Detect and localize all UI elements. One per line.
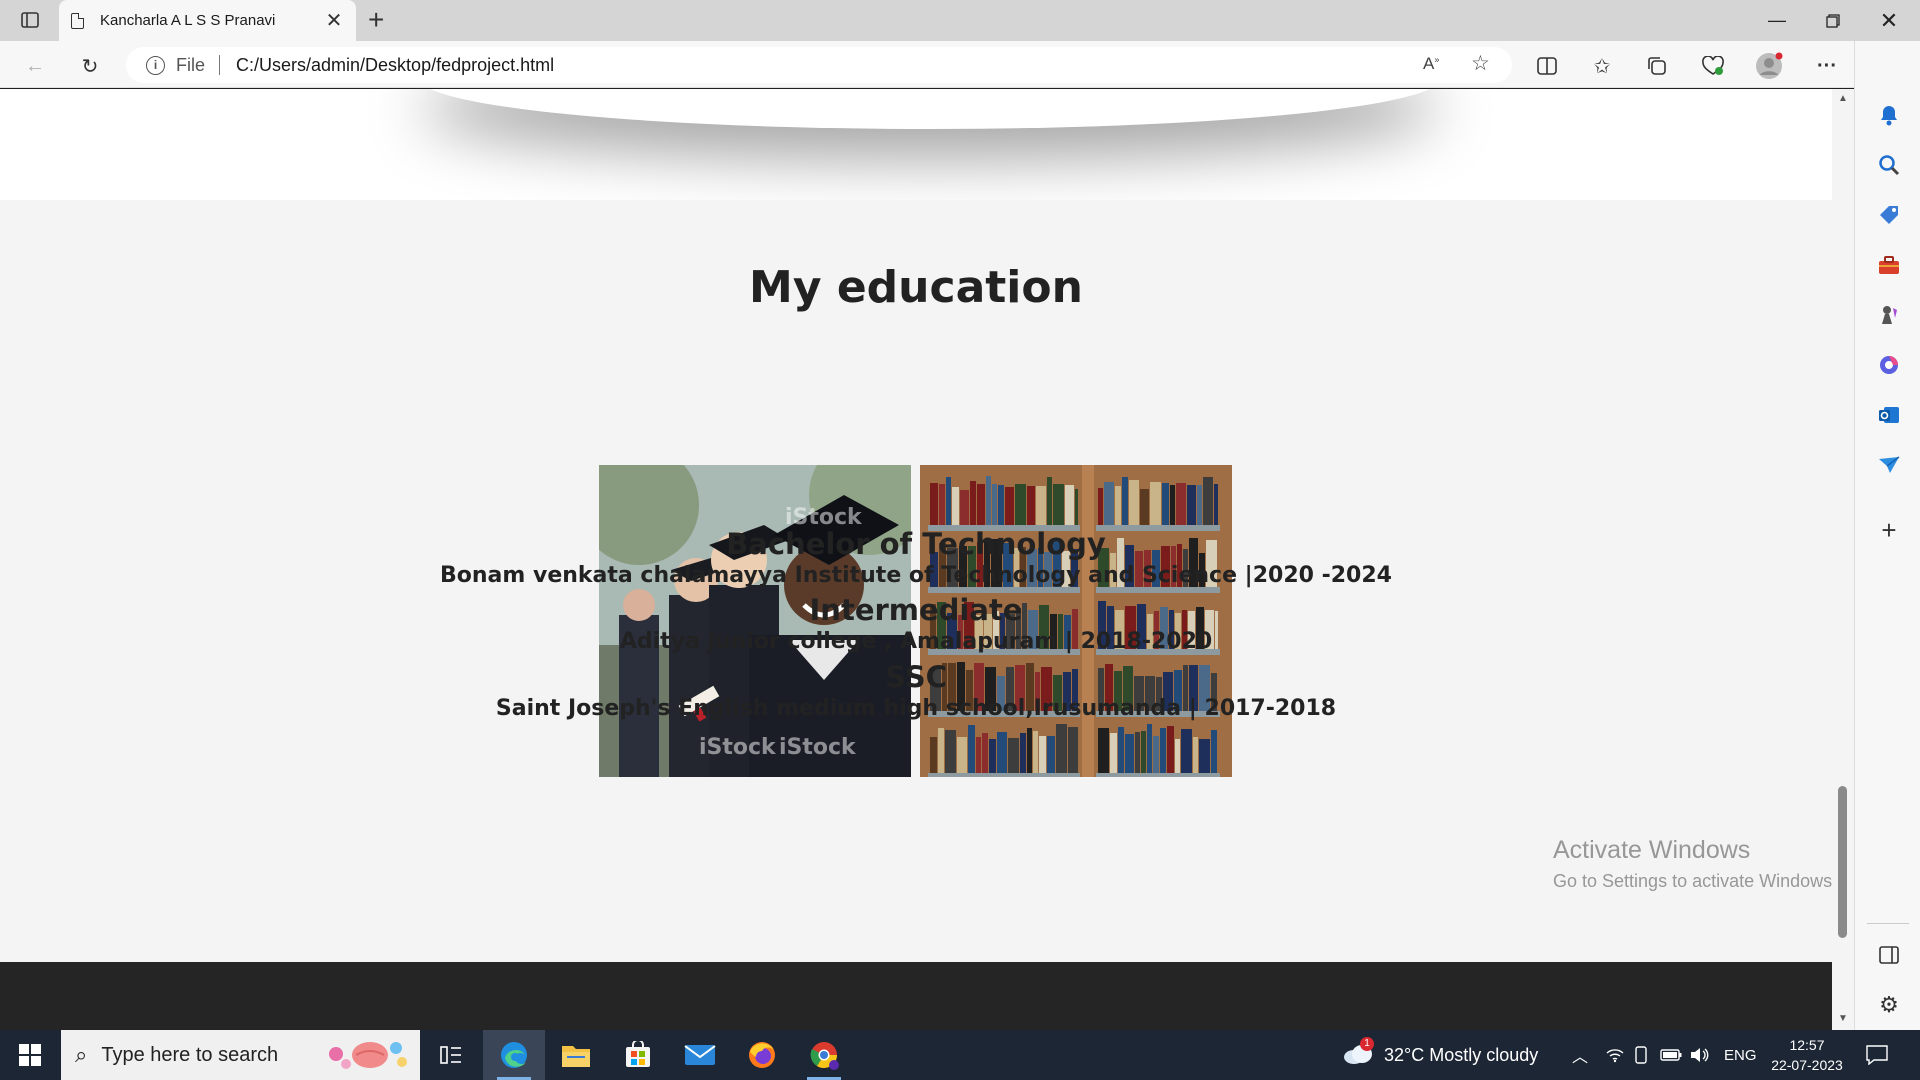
- shopping-tag-icon[interactable]: [1875, 201, 1903, 229]
- taskbar-search[interactable]: ⌕ Type here to search: [61, 1030, 420, 1080]
- new-tab-button[interactable]: +: [368, 6, 384, 34]
- language-indicator[interactable]: ENG: [1724, 1030, 1757, 1080]
- graduation-watermark: iStock: [779, 735, 856, 760]
- address-url[interactable]: C:/Users/admin/Desktop/fedproject.html: [236, 55, 554, 76]
- activate-windows-subtitle: Go to Settings to activate Windows.: [1553, 871, 1838, 891]
- tab-title: Kancharla A L S S Pranavi: [100, 12, 276, 29]
- refresh-icon[interactable]: ↻: [73, 49, 107, 83]
- minimize-button[interactable]: —: [1749, 0, 1805, 41]
- sidebar-divider: [1867, 923, 1909, 924]
- scrollbar-thumb[interactable]: [1838, 786, 1847, 938]
- browser-toolbar: ← ↻ i File C:/Users/admin/Desktop/fedpro…: [0, 41, 1920, 88]
- header-section: [0, 89, 1832, 200]
- profile-icon[interactable]: [1752, 49, 1786, 83]
- collections-icon[interactable]: [1640, 49, 1674, 83]
- edge-icon: [501, 1042, 527, 1068]
- tab-actions-button[interactable]: [15, 8, 45, 32]
- address-scheme: File: [176, 54, 206, 75]
- page-footer: [0, 962, 1832, 1030]
- games-icon[interactable]: [1875, 301, 1903, 329]
- folder-icon: [562, 1046, 590, 1067]
- windows-logo-icon: [19, 1044, 41, 1066]
- restore-button[interactable]: [1805, 0, 1861, 41]
- start-button[interactable]: [0, 1030, 60, 1080]
- browser-tab[interactable]: Kancharla A L S S Pranavi ✕: [59, 0, 356, 41]
- tab-actions-icon: [21, 12, 39, 28]
- store-icon: [626, 1041, 650, 1067]
- favorite-star-icon[interactable]: ☆: [1471, 51, 1490, 76]
- education-detail: Aditya junior college , Amalapuram | 201…: [619, 629, 1213, 654]
- windows-taskbar: ⌕ Type here to search 1 32°C Mostly clou…: [0, 1030, 1920, 1080]
- taskbar-chrome[interactable]: [793, 1030, 855, 1080]
- education-heading: My education: [749, 262, 1083, 313]
- add-icon[interactable]: +: [1875, 515, 1903, 545]
- chrome-icon: [810, 1042, 839, 1070]
- taskbar-firefox[interactable]: [731, 1030, 793, 1080]
- page-scrollbar[interactable]: ▲ ▼: [1832, 89, 1854, 1030]
- taskbar-edge[interactable]: [483, 1030, 545, 1080]
- search-icon[interactable]: [1875, 151, 1903, 179]
- show-hidden-icons-button[interactable]: ︿: [1572, 1030, 1588, 1080]
- address-separator: [219, 55, 221, 75]
- microsoft-365-icon[interactable]: [1875, 351, 1903, 379]
- battery-icon[interactable]: [1660, 1030, 1682, 1080]
- taskbar-mail[interactable]: [669, 1030, 731, 1080]
- bell-icon[interactable]: [1875, 101, 1903, 129]
- clock-time: 12:57: [1789, 1037, 1825, 1053]
- education-detail: Bonam venkata chalamayya Institute of Te…: [440, 563, 1392, 588]
- tools-briefcase-icon[interactable]: [1875, 251, 1903, 279]
- weather-alert-badge: 1: [1360, 1036, 1374, 1051]
- network-icon[interactable]: [1606, 1030, 1624, 1080]
- taskbar-search-placeholder: Type here to search: [101, 1043, 279, 1066]
- close-tab-icon[interactable]: ✕: [324, 8, 344, 33]
- scroll-up-arrow-icon[interactable]: ▲: [1838, 93, 1848, 104]
- settings-icon[interactable]: ⚙: [1875, 991, 1903, 1019]
- cloudy-weather-icon: 1: [1342, 1036, 1374, 1070]
- edge-sidebar: + ⚙: [1854, 41, 1920, 1030]
- info-icon[interactable]: i: [146, 55, 165, 75]
- document-icon: [71, 12, 84, 29]
- taskbar-microsoft-store[interactable]: [607, 1030, 669, 1080]
- address-bar[interactable]: i File C:/Users/admin/Desktop/fedproject…: [126, 47, 1512, 83]
- drop-icon[interactable]: [1875, 451, 1903, 479]
- education-detail: Saint Joseph's English medium high schoo…: [495, 696, 1337, 721]
- mail-icon: [684, 1045, 716, 1065]
- task-view-button[interactable]: [420, 1030, 482, 1080]
- search-icon: ⌕: [75, 1042, 88, 1067]
- volume-icon[interactable]: [1690, 1030, 1710, 1080]
- scroll-down-arrow-icon[interactable]: ▼: [1838, 1013, 1848, 1024]
- device-icon[interactable]: [1634, 1030, 1648, 1080]
- notification-center-icon[interactable]: [1866, 1030, 1888, 1080]
- header-card-shadow: [420, 89, 1440, 129]
- read-aloud-icon[interactable]: A»: [1423, 54, 1439, 74]
- close-window-button[interactable]: ✕: [1861, 0, 1917, 41]
- education-title: SSC: [885, 660, 947, 694]
- firefox-icon: [749, 1042, 775, 1068]
- sidebar-toggle-icon[interactable]: [1875, 941, 1903, 969]
- more-icon[interactable]: ···: [1810, 49, 1844, 83]
- back-icon[interactable]: ←: [18, 49, 52, 83]
- tab-bar: Kancharla A L S S Pranavi ✕ + — ✕: [0, 0, 1920, 41]
- split-screen-icon[interactable]: [1530, 49, 1564, 83]
- outlook-icon[interactable]: [1875, 401, 1903, 429]
- education-title: Bachelor of Technology: [726, 527, 1106, 561]
- education-title: Intermediate: [809, 593, 1023, 627]
- search-highlight-art-icon: [322, 1036, 412, 1080]
- clock[interactable]: 12:57 22-07-2023: [1768, 1030, 1846, 1080]
- taskbar-file-explorer[interactable]: [545, 1030, 607, 1080]
- clock-date: 22-07-2023: [1771, 1057, 1843, 1073]
- favorites-icon[interactable]: ✩: [1585, 49, 1619, 83]
- graduation-watermark: iStock: [699, 735, 776, 760]
- weather-widget[interactable]: 1 32°C Mostly cloudy: [1342, 1030, 1538, 1080]
- activate-windows-watermark: Activate Windows Go to Settings to activ…: [1553, 836, 1837, 892]
- activate-windows-title: Activate Windows: [1553, 836, 1751, 864]
- browser-essentials-icon[interactable]: [1696, 49, 1730, 83]
- weather-text: 32°C Mostly cloudy: [1384, 1044, 1539, 1065]
